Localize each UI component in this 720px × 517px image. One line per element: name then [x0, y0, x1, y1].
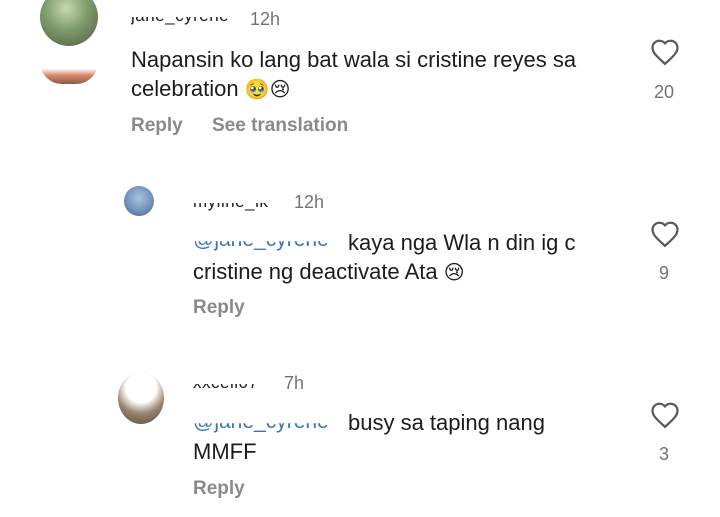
avatar-lower — [40, 62, 98, 84]
comment-emojis: 🥹😢 — [244, 77, 291, 101]
mention-link[interactable]: @jane_cyrene — [193, 423, 329, 434]
like-count: 20 — [653, 82, 675, 102]
heart-outline-icon[interactable] — [650, 220, 680, 248]
comment-body: cristine ng deactivate Ata — [193, 259, 438, 284]
comment-body: Napansin ko lang bat wala si cristine re… — [131, 47, 577, 101]
comment-username[interactable]: jane_cyrene — [131, 17, 229, 26]
comment-text: cristine ng deactivate Ata 😢 — [193, 257, 633, 287]
comment-username[interactable]: myline_lk — [193, 203, 268, 212]
comment-emojis: 😢 — [443, 260, 465, 284]
comment-text-line1: kaya nga Wla n din ig c — [348, 230, 576, 255]
heart-outline-icon[interactable] — [650, 401, 680, 429]
see-translation-button[interactable]: See translation — [212, 115, 348, 137]
avatar[interactable] — [124, 186, 154, 216]
avatar[interactable] — [118, 372, 164, 424]
comment-text: Napansin ko lang bat wala si cristine re… — [131, 45, 611, 104]
comment-text-line2: MMFF — [193, 439, 257, 464]
reply-button[interactable]: Reply — [193, 478, 245, 500]
comment-username[interactable]: xxcell07 — [193, 384, 258, 393]
heart-outline-icon[interactable] — [650, 38, 680, 66]
reply-button[interactable]: Reply — [193, 297, 245, 319]
comment-timestamp: 12h — [250, 9, 281, 29]
comment-timestamp: 12h — [294, 192, 325, 212]
like-count: 9 — [658, 263, 669, 283]
mention-link[interactable]: @jane_cyrene — [193, 241, 329, 252]
comment-text-line1: busy sa taping nang — [348, 410, 545, 435]
like-count: 3 — [658, 444, 669, 464]
reply-button[interactable]: Reply — [131, 115, 183, 137]
comment-timestamp: 7h — [284, 373, 305, 393]
avatar[interactable] — [40, 0, 98, 46]
